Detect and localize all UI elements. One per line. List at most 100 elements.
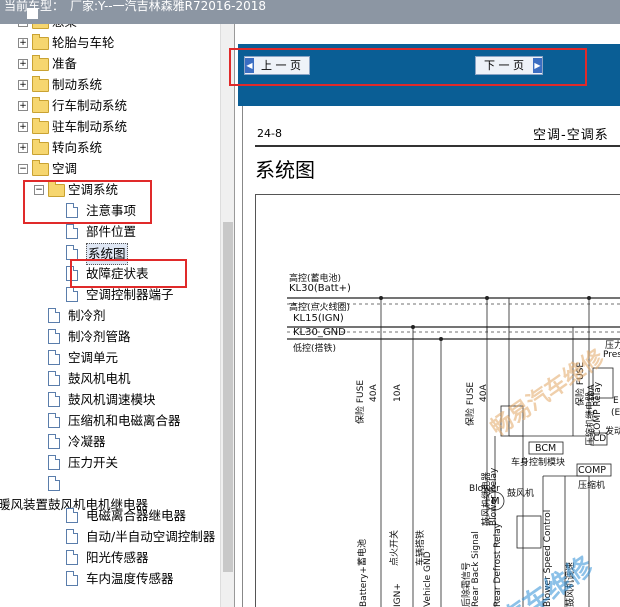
tree-item-label: 制冷剂管路 [68,329,131,344]
folder-icon [32,76,49,92]
diagram-vertical-label: 保险 FUSE [356,379,366,424]
folder-icon [32,97,49,113]
diagram-vertical-label: 点火开关 [390,529,400,566]
diagram-vertical-label: 40A [479,384,489,402]
tree-item[interactable]: + 轮胎与车轮 [0,33,220,53]
document-icon [48,476,60,491]
document-icon [66,550,78,565]
tree-item[interactable]: 鼓风机电机 [0,369,220,389]
expand-plus-icon[interactable]: + [18,122,28,132]
document-icon [66,529,78,544]
label-bcm: BCM [535,443,557,454]
diagram-vertical-label: Rear Defrost Relay [493,523,503,607]
tree-item-label: 系统图 [86,243,128,265]
tree-item[interactable]: − 空调 [0,159,220,179]
expand-plus-icon[interactable]: + [18,80,28,90]
folder-icon [32,160,49,176]
tree-item[interactable]: 注意事项 [0,201,220,221]
label-low: 低控(搭铁) [293,344,337,354]
tree-item[interactable]: 阳光传感器 [0,548,220,568]
diagram-vertical-label: Vehicle GND [423,551,433,607]
junction-dot-1 [379,296,383,300]
tree-item-label: 鼓风机调速模块 [68,392,156,407]
navigation-tree[interactable]: +悬架+轮胎与车轮+准备+制动系统+行车制动系统+驻车制动系统+转向系统−空调−… [0,24,220,607]
tree-item[interactable] [0,474,220,494]
diagram-vertical-label: 保险 FUSE [466,381,476,426]
tree-item[interactable]: 制冷剂管路 [0,327,220,347]
tree-item-label: 制动系统 [52,77,103,92]
tree-item-label: 压力开关 [68,455,119,470]
label-press-en-partial: Press [603,350,620,360]
tree-item[interactable]: 自动/半自动空调控制器 [0,527,220,547]
next-page-label: 下 一 页 [484,59,524,72]
tree-item[interactable]: 空调控制器端子 [0,285,220,305]
label-kl15: KL15(IGN) [293,313,344,324]
diagram-vertical-label: Rear Back Signal [471,531,481,607]
prev-arrow-icon: ◀ [245,58,254,73]
tree-item[interactable]: + 准备 [0,54,220,74]
next-arrow-icon: ▶ [533,58,542,73]
document-icon [48,434,60,449]
document-icon [48,413,60,428]
label-bcm-cn: 车身控制模块 [511,458,566,468]
tree-item-label: 注意事项 [86,203,137,218]
label-comp-cn: 压缩机 [578,481,606,491]
next-page-button[interactable]: 下 一 页 ▶ [475,56,543,75]
tree-item[interactable]: + 悬架 [0,24,220,32]
tree-item[interactable]: 部件位置 [0,222,220,242]
diagram-vertical-label: 40A [369,384,379,402]
tree-item[interactable]: + 驻车制动系统 [0,117,220,137]
prev-page-label: 上 一 页 [261,59,301,72]
document-icon [66,571,78,586]
tree-scrollbar-thumb[interactable] [223,222,233,572]
label-kl30gnd: KL30_GND [293,327,346,338]
tree-item[interactable]: 故障症状表 [0,264,220,284]
junction-dot-3 [439,337,443,341]
document-icon [48,371,60,386]
tree-item-label: 准备 [52,56,78,71]
tree-item[interactable]: + 转向系统 [0,138,220,158]
app-icon [27,8,38,19]
tree-scrollbar[interactable] [220,24,235,607]
tree-item-selected[interactable]: 系统图 [0,243,220,265]
diagram-vertical-label: COMP Relay [593,381,603,436]
tree-item[interactable]: 压缩机和电磁离合器 [0,411,220,431]
collapse-minus-icon[interactable]: − [18,164,28,174]
label-blower-cn: 鼓风机 [507,489,535,499]
tree-item[interactable]: − 空调系统 [0,180,220,200]
tree-item[interactable]: + 行车制动系统 [0,96,220,116]
tree-item[interactable]: 冷凝器 [0,432,220,452]
tree-item[interactable]: + 制动系统 [0,75,220,95]
expand-plus-icon[interactable]: + [18,59,28,69]
tree-item[interactable]: 空调单元 [0,348,220,368]
prev-page-button[interactable]: ◀ 上 一 页 [244,56,310,75]
document-icon [48,455,60,470]
diagram-vertical-label: IGN+ [393,583,403,607]
tree-item-label: 部件位置 [86,224,137,239]
tree-item-label: 空调 [52,161,78,176]
tree-item-label: 悬架 [52,24,77,32]
tree-item[interactable]: 鼓风机调速模块 [0,390,220,410]
tree-item[interactable]: 压力开关 [0,453,220,473]
tree-item[interactable]: 制冷剂 [0,306,220,326]
expand-plus-icon[interactable]: + [18,101,28,111]
expand-plus-icon[interactable]: + [18,38,28,48]
wiring-diagram [287,296,620,607]
page-nav-bar: ◀ 上 一 页 下 一 页 ▶ [238,44,620,106]
tree-item-label: 阳光传感器 [86,550,149,565]
expand-plus-icon[interactable]: + [18,24,28,27]
expand-plus-icon[interactable]: + [18,143,28,153]
document-icon [66,287,78,302]
title-bar: 当前车型： 厂家:Y--一汽吉林森雅R72016-2018 [0,0,620,24]
tree-item-label: 空调控制器端子 [86,287,174,302]
tree-item-label: 自动/半自动空调控制器 [86,529,216,544]
tree-item[interactable]: 电磁离合器继电器 [0,506,220,526]
tree-item[interactable]: 车内温度传感器 [0,569,220,589]
document-page: 24-8 空调-空调系 系统图 高控(蓄电池) KL30(Batt+) 高控(点… [242,106,620,607]
document-icon [66,508,78,523]
folder-icon [32,118,49,134]
folder-icon [32,24,49,29]
document-icon [48,329,60,344]
collapse-minus-icon[interactable]: − [34,185,44,195]
document-viewer: ◀ 上 一 页 下 一 页 ▶ 24-8 空调-空调系 系统图 高控(蓄电池) … [238,24,620,607]
